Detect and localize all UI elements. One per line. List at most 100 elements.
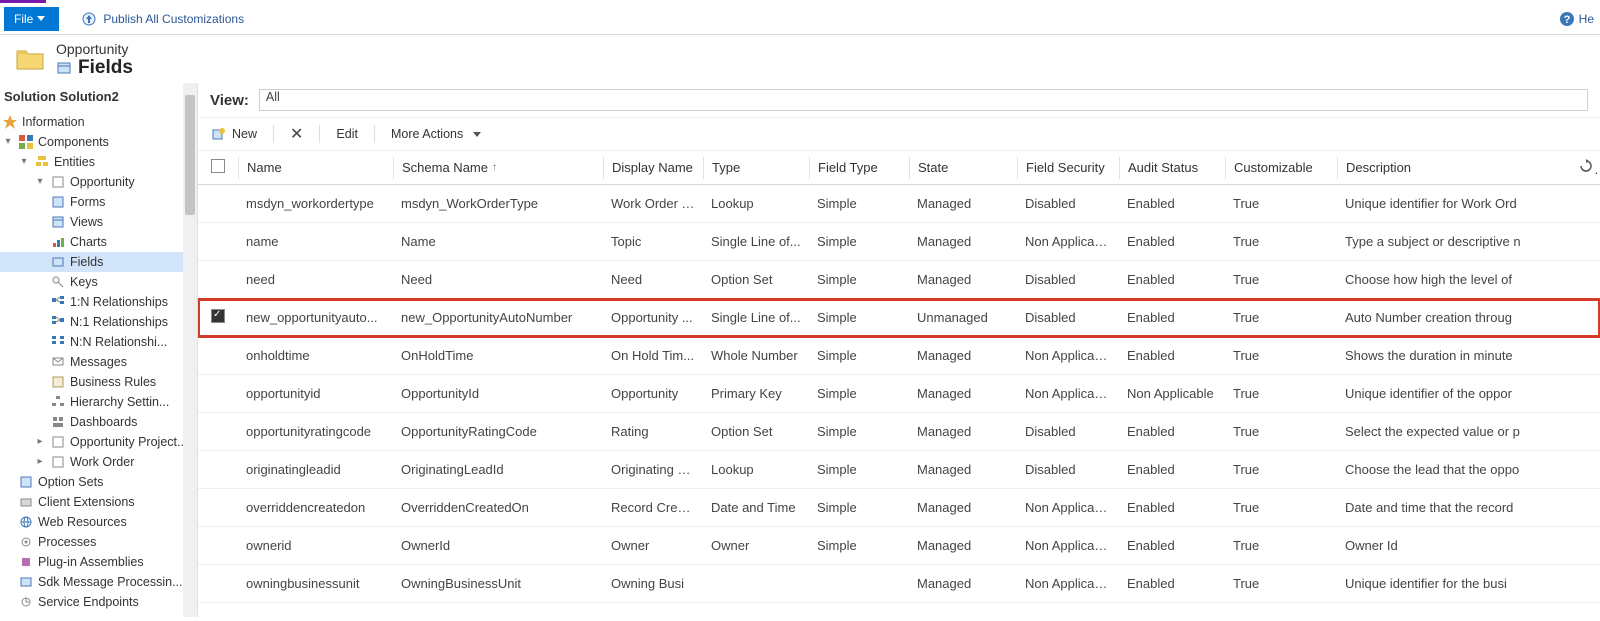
select-all-checkbox[interactable] bbox=[211, 159, 225, 173]
col-customizable[interactable]: Customizable bbox=[1225, 157, 1337, 179]
tree-keys[interactable]: Keys bbox=[0, 272, 197, 292]
cell-type: Option Set bbox=[703, 424, 809, 439]
collapse-icon[interactable]: ▾ bbox=[18, 153, 30, 171]
new-button[interactable]: New bbox=[210, 126, 257, 142]
tree-entities[interactable]: ▾Entities bbox=[0, 152, 197, 172]
cell-customizable: True bbox=[1225, 196, 1337, 211]
col-schema[interactable]: Schema Name ↑ bbox=[393, 157, 603, 179]
tree-opp-project[interactable]: ▸Opportunity Project... bbox=[0, 432, 197, 452]
components-icon bbox=[18, 134, 34, 150]
expand-icon[interactable]: ▸ bbox=[34, 453, 46, 471]
tree-hierarchy[interactable]: Hierarchy Settin... bbox=[0, 392, 197, 412]
cell-description: Date and time that the record bbox=[1337, 500, 1570, 515]
entities-icon bbox=[34, 154, 50, 170]
cell-name: need bbox=[238, 272, 393, 287]
tree-scrollbar[interactable] bbox=[183, 83, 197, 617]
processes-icon bbox=[18, 534, 34, 550]
solution-tree-pane: Solution Solution2 Information ▾Componen… bbox=[0, 83, 198, 617]
tree-views[interactable]: Views bbox=[0, 212, 197, 232]
col-checkbox[interactable] bbox=[198, 159, 238, 176]
delete-button[interactable]: ✕ bbox=[290, 124, 303, 144]
table-row[interactable]: owneridOwnerIdOwnerOwnerSimpleManagedNon… bbox=[198, 527, 1600, 565]
tree-fields[interactable]: Fields bbox=[0, 252, 197, 272]
cell-fieldtype: Simple bbox=[809, 424, 909, 439]
tree-opportunity[interactable]: ▾Opportunity bbox=[0, 172, 197, 192]
tree-svc-endpoints[interactable]: Service Endpoints bbox=[0, 592, 197, 612]
table-row[interactable]: owningbusinessunitOwningBusinessUnitOwni… bbox=[198, 565, 1600, 603]
tree-option-sets[interactable]: Option Sets bbox=[0, 472, 197, 492]
publish-label: Publish All Customizations bbox=[103, 12, 244, 26]
scroll-thumb[interactable] bbox=[185, 95, 195, 215]
cell-fieldtype: Simple bbox=[809, 196, 909, 211]
expand-icon[interactable]: ▸ bbox=[34, 433, 46, 451]
col-name[interactable]: Name bbox=[238, 157, 393, 179]
tree-messages[interactable]: Messages bbox=[0, 352, 197, 372]
cell-schema: Name bbox=[393, 234, 603, 249]
help-button[interactable]: ? He bbox=[1559, 11, 1594, 27]
fields-grid: Name Schema Name ↑ Display Name Type Fie… bbox=[198, 151, 1600, 617]
rel-1n-icon bbox=[50, 294, 66, 310]
col-fieldtype[interactable]: Field Type bbox=[809, 157, 909, 179]
cell-state: Managed bbox=[909, 424, 1017, 439]
table-row[interactable]: opportunityratingcodeOpportunityRatingCo… bbox=[198, 413, 1600, 451]
cell-audit: Enabled bbox=[1119, 234, 1225, 249]
edit-button[interactable]: Edit bbox=[336, 127, 358, 141]
table-row[interactable]: msdyn_workordertypemsdyn_WorkOrderTypeWo… bbox=[198, 185, 1600, 223]
cell-state: Unmanaged bbox=[909, 310, 1017, 325]
tree-dashboards[interactable]: Dashboards bbox=[0, 412, 197, 432]
cell-type: Owner bbox=[703, 538, 809, 553]
table-row[interactable]: onholdtimeOnHoldTimeOn Hold Tim...Whole … bbox=[198, 337, 1600, 375]
table-row[interactable]: new_opportunityauto...new_OpportunityAut… bbox=[198, 299, 1600, 337]
table-row[interactable]: originatingleadidOriginatingLeadIdOrigin… bbox=[198, 451, 1600, 489]
tree-client-ext[interactable]: Client Extensions bbox=[0, 492, 197, 512]
cell-description: Unique identifier for the busi bbox=[1337, 576, 1570, 591]
table-row[interactable]: overriddencreatedonOverriddenCreatedOnRe… bbox=[198, 489, 1600, 527]
table-row[interactable]: needNeedNeedOption SetSimpleManagedDisab… bbox=[198, 261, 1600, 299]
row-checkbox[interactable] bbox=[198, 309, 238, 326]
tree-processes[interactable]: Processes bbox=[0, 532, 197, 552]
col-state[interactable]: State bbox=[909, 157, 1017, 179]
tree-web-resources[interactable]: Web Resources bbox=[0, 512, 197, 532]
checkbox-icon[interactable] bbox=[211, 309, 225, 323]
col-audit[interactable]: Audit Status bbox=[1119, 157, 1225, 179]
more-actions-menu[interactable]: More Actions bbox=[391, 127, 481, 141]
publish-all-button[interactable]: Publish All Customizations bbox=[81, 11, 244, 27]
tree-n1-rel[interactable]: N:1 Relationships bbox=[0, 312, 197, 332]
x-icon: ✕ bbox=[290, 124, 303, 144]
col-display[interactable]: Display Name bbox=[603, 157, 703, 179]
cell-description: Unique identifier for Work Ord bbox=[1337, 196, 1570, 211]
file-menu[interactable]: File bbox=[4, 7, 59, 31]
new-icon bbox=[210, 126, 226, 142]
cell-fieldsecurity: Non Applicable bbox=[1017, 386, 1119, 401]
ribbon: File Publish All Customizations ? He bbox=[0, 3, 1600, 35]
cell-description: Shows the duration in minute bbox=[1337, 348, 1570, 363]
cell-schema: new_OpportunityAutoNumber bbox=[393, 310, 603, 325]
cell-name: msdyn_workordertype bbox=[238, 196, 393, 211]
cell-schema: msdyn_WorkOrderType bbox=[393, 196, 603, 211]
tree-work-order[interactable]: ▸Work Order bbox=[0, 452, 197, 472]
col-type[interactable]: Type bbox=[703, 157, 809, 179]
col-fieldsecurity[interactable]: Field Security bbox=[1017, 157, 1119, 179]
cell-type: Single Line of... bbox=[703, 234, 809, 249]
tree-information[interactable]: Information bbox=[0, 112, 197, 132]
table-row[interactable]: opportunityidOpportunityIdOpportunityPri… bbox=[198, 375, 1600, 413]
view-select[interactable]: All bbox=[259, 89, 1588, 111]
tree-plugin[interactable]: Plug-in Assemblies bbox=[0, 552, 197, 572]
tree-charts[interactable]: Charts bbox=[0, 232, 197, 252]
client-ext-icon bbox=[18, 494, 34, 510]
collapse-icon[interactable]: ▾ bbox=[34, 173, 46, 191]
tree-components[interactable]: ▾Components bbox=[0, 132, 197, 152]
tree-forms[interactable]: Forms bbox=[0, 192, 197, 212]
tree-nn-rel[interactable]: N:N Relationshi... bbox=[0, 332, 197, 352]
collapse-icon[interactable]: ▾ bbox=[2, 133, 14, 151]
tree-business-rules[interactable]: Business Rules bbox=[0, 372, 197, 392]
cell-display: Owner bbox=[603, 538, 703, 553]
refresh-button[interactable] bbox=[1570, 158, 1600, 177]
cell-display: On Hold Tim... bbox=[603, 348, 703, 363]
tree-1n-rel[interactable]: 1:N Relationships bbox=[0, 292, 197, 312]
tree-sdk[interactable]: Sdk Message Processin... bbox=[0, 572, 197, 592]
cell-description: Select the expected value or p bbox=[1337, 424, 1570, 439]
cell-customizable: True bbox=[1225, 462, 1337, 477]
table-row[interactable]: nameNameTopicSingle Line of...SimpleMana… bbox=[198, 223, 1600, 261]
col-description[interactable]: Description bbox=[1337, 157, 1570, 179]
